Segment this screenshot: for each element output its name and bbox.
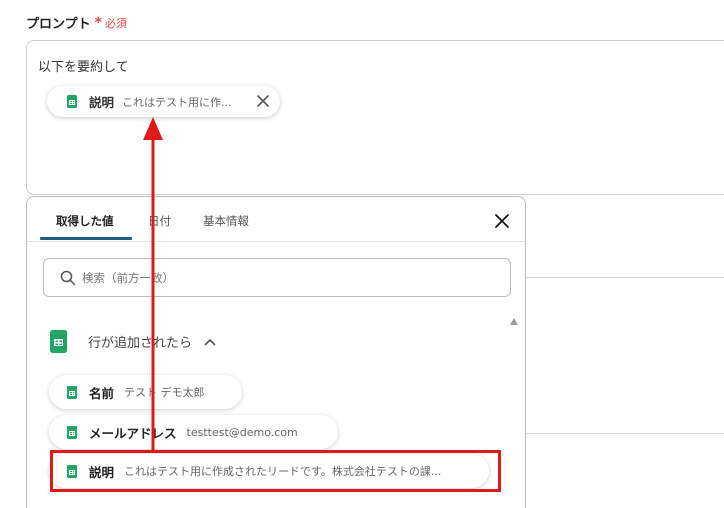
picker-tabs: 取得した値 日付 基本情報 (27, 197, 525, 242)
sheet-icon (67, 425, 77, 439)
search-input[interactable]: 検索（前方一致） (43, 258, 511, 297)
chip-value: これはテスト用に作... (122, 95, 232, 109)
prompt-variable-chip[interactable]: 説明 これはテスト用に作... (47, 86, 280, 117)
item-value: testtest@demo.com (186, 425, 298, 439)
item-value: テスト デモ太郎 (124, 386, 205, 399)
group-label: 行が追加されたら (88, 336, 193, 351)
item-name: 名前 (89, 385, 115, 401)
google-sheets-icon (50, 330, 67, 353)
search-icon (60, 270, 76, 285)
prompt-text: 以下を要約して (38, 60, 129, 75)
scroll-up-icon[interactable] (510, 318, 518, 325)
required-text: 必須 (104, 16, 127, 30)
chevron-up-icon (204, 338, 216, 345)
tab-basic-info[interactable]: 基本情報 (203, 213, 249, 229)
prompt-field-label: プロンプト * 必須 (26, 13, 127, 33)
sheet-icon (67, 95, 77, 108)
sheet-icon (67, 385, 77, 399)
close-icon[interactable] (493, 212, 511, 230)
field-divider (524, 433, 724, 434)
close-icon[interactable] (255, 93, 271, 109)
chip-name: 説明 (89, 95, 115, 110)
search-placeholder: 検索（前方一致） (82, 270, 174, 285)
tab-date[interactable]: 日付 (148, 213, 171, 229)
prompt-textarea[interactable]: 以下を要約して 説明 これはテスト用に作... (26, 40, 724, 195)
highlight-box (50, 450, 501, 492)
trigger-group-header[interactable]: 行が追加されたら (50, 330, 216, 353)
item-name: メールアドレス (89, 425, 177, 441)
tab-acquired-values[interactable]: 取得した値 (56, 213, 114, 229)
value-item-name[interactable]: 名前 テスト デモ太郎 (49, 375, 242, 409)
active-tab-indicator (40, 237, 132, 240)
required-mark: * (94, 14, 102, 31)
prompt-label-text: プロンプト (26, 17, 91, 32)
field-divider (524, 277, 724, 278)
value-item-email[interactable]: メールアドレス testtest@demo.com (49, 415, 338, 449)
